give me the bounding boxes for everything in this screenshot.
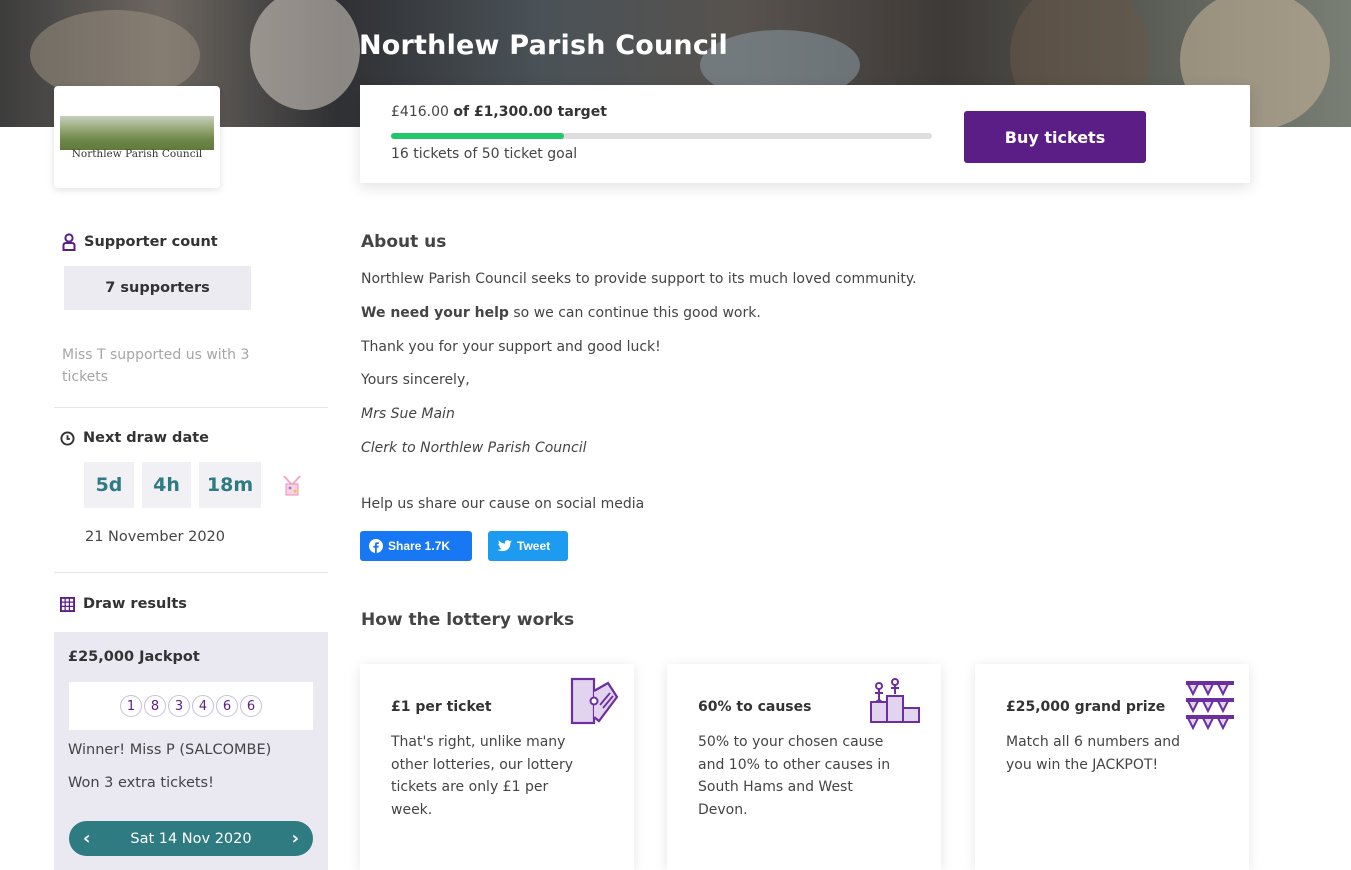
- bunting-icon: [1186, 681, 1234, 731]
- signature-role: Clerk to Northlew Parish Council: [361, 440, 587, 456]
- jackpot-label: £25,000 Jackpot: [68, 649, 200, 665]
- facebook-share-label: Share 1.7K: [388, 539, 451, 553]
- winning-numbers: 1 8 3 4 6 6: [69, 682, 313, 730]
- target-text: of £1,300.00 target: [453, 104, 607, 120]
- card-body: 50% to your chosen cause and 10% to othe…: [698, 734, 891, 818]
- buy-tickets-button[interactable]: Buy tickets: [964, 111, 1146, 163]
- number-ball: 8: [144, 695, 166, 717]
- calendar-grid-icon: [60, 596, 75, 612]
- number-ball: 1: [120, 695, 142, 717]
- amount-raised: £416.00 of £1,300.00 target: [391, 104, 607, 120]
- draw-result-date: Sat 14 Nov 2020: [130, 830, 252, 847]
- card-body: That's right, unlike many other lotterie…: [391, 734, 573, 818]
- help-rest: so we can continue this good work.: [508, 305, 761, 321]
- number-ball: 4: [192, 695, 214, 717]
- about-line: Northlew Parish Council seeks to provide…: [361, 271, 917, 287]
- info-card-price: £1 per ticket That's right, unlike many …: [360, 664, 634, 870]
- won-text: Won 3 extra tickets!: [68, 775, 214, 791]
- signature-name-text: Mrs Sue Main: [361, 406, 455, 422]
- confetti-icon: [283, 475, 301, 496]
- progress-bar-fill: [391, 133, 565, 139]
- podium-icon: [870, 678, 920, 723]
- supporter-count-heading: Supporter count: [62, 233, 218, 251]
- signature-name: Mrs Sue Main: [361, 406, 455, 422]
- raised-value: £416.00: [391, 104, 449, 120]
- next-draw-heading: Next draw date: [60, 430, 209, 446]
- fundraising-progress-card: £416.00 of £1,300.00 target 16 tickets o…: [360, 85, 1250, 183]
- divider: [54, 572, 328, 573]
- winner-text: Winner! Miss P (SALCOMBE): [68, 742, 272, 758]
- draw-results-label: Draw results: [83, 596, 187, 612]
- logo-text: Northlew Parish Council: [71, 148, 203, 160]
- about-line: Thank you for your support and good luck…: [361, 339, 661, 355]
- supporter-count-label: Supporter count: [84, 234, 218, 250]
- facebook-icon: [369, 539, 383, 553]
- signature-role-text: Clerk to Northlew Parish Council: [361, 440, 587, 456]
- countdown-hours: 4h: [142, 462, 191, 508]
- next-draw-date: 21 November 2020: [85, 529, 226, 545]
- share-prompt: Help us share our cause on social media: [361, 496, 645, 512]
- facebook-share-button[interactable]: Share 1.7K: [360, 531, 472, 561]
- twitter-tweet-button[interactable]: Tweet: [488, 531, 568, 561]
- info-card-causes: 60% to causes 50% to your chosen cause a…: [667, 664, 941, 870]
- help-emphasis: We need your help: [361, 305, 509, 321]
- cause-logo: Northlew Parish Council: [54, 86, 220, 188]
- progress-bar: [391, 133, 932, 139]
- next-draw-icon[interactable]: ›: [292, 828, 299, 849]
- previous-draw-icon[interactable]: ‹: [83, 828, 90, 849]
- about-line: Yours sincerely,: [361, 372, 470, 388]
- countdown-minutes: 18m: [199, 462, 261, 508]
- number-ball: 6: [216, 695, 238, 717]
- about-us-heading: About us: [361, 232, 447, 252]
- info-card-prize: £25,000 grand prize Match all 6 numbers …: [975, 664, 1249, 870]
- draw-date-navigator: ‹ Sat 14 Nov 2020 ›: [69, 821, 313, 856]
- number-ball: 3: [168, 695, 190, 717]
- countdown-days: 5d: [84, 462, 134, 508]
- card-title: £1 per ticket: [391, 699, 492, 715]
- card-title: £25,000 grand prize: [1006, 699, 1166, 715]
- number-ball: 6: [240, 695, 262, 717]
- how-it-works-heading: How the lottery works: [361, 610, 575, 630]
- person-icon: [62, 233, 76, 251]
- tickets-goal-text: 16 tickets of 50 ticket goal: [391, 146, 578, 162]
- supporters-count: 7 supporters: [64, 266, 251, 310]
- next-draw-label: Next draw date: [83, 430, 209, 446]
- ticket-icon: [570, 677, 619, 725]
- draw-results-heading: Draw results: [60, 596, 187, 612]
- clock-icon: [60, 430, 75, 446]
- latest-supporter-note: Miss T supported us with 3 tickets: [62, 347, 250, 385]
- page-title: Northlew Parish Council: [359, 30, 728, 61]
- draw-results-panel: £25,000 Jackpot 1 8 3 4 6 6 Winner! Miss…: [54, 632, 328, 870]
- logo-landscape-image: [60, 116, 214, 150]
- twitter-tweet-label: Tweet: [517, 539, 551, 553]
- card-body: Match all 6 numbers and you win the JACK…: [1006, 734, 1181, 773]
- divider: [54, 407, 328, 408]
- twitter-bird-icon: [497, 540, 512, 552]
- card-title: 60% to causes: [698, 699, 812, 715]
- about-line: We need your help so we can continue thi…: [361, 305, 761, 321]
